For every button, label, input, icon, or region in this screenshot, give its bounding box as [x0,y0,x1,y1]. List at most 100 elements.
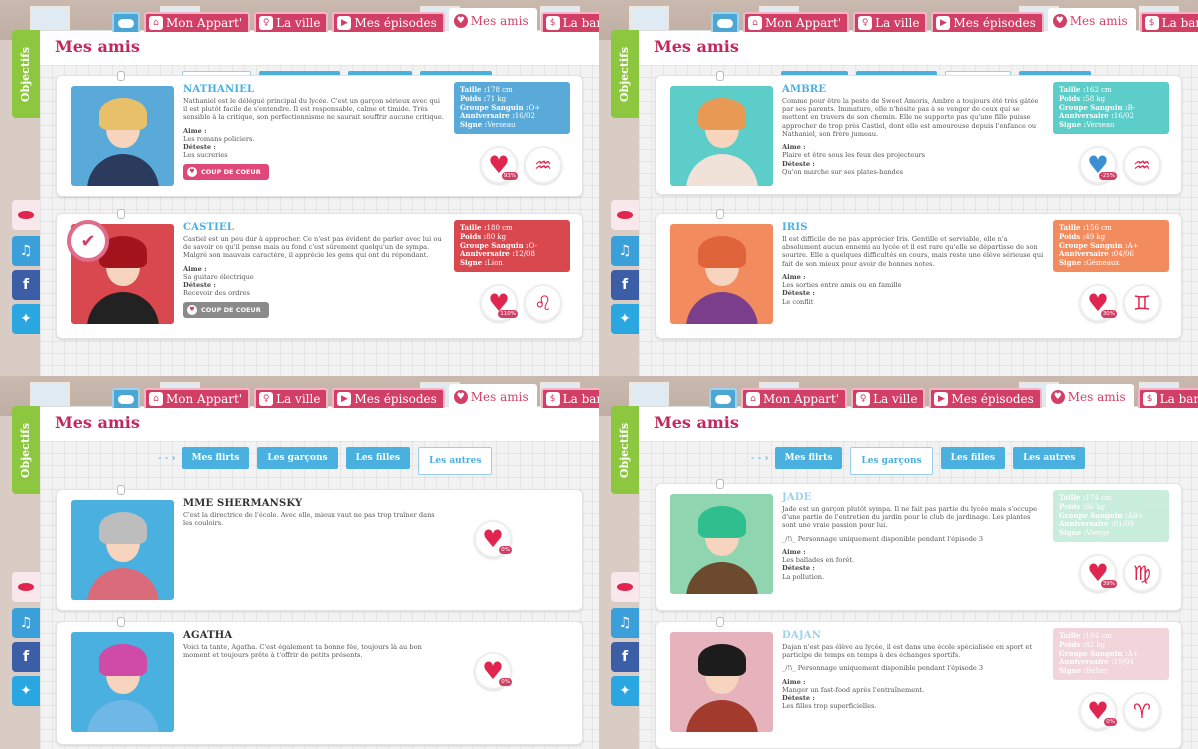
tab-home[interactable] [112,388,140,408]
kiss-button[interactable] [12,572,40,602]
affinity-percent: 39% [1100,580,1117,588]
affinity-heart[interactable]: ♥ 39% [1079,554,1117,592]
stat-value: A+ [1127,241,1139,250]
character-description: Dajan n'est pas élève au lycée, il est d… [782,643,1044,711]
tab-episodes[interactable]: ▶ Mes épisodes [929,388,1042,408]
screen-panel: ⌂ Mon Appart' ♀ La ville ▶ Mes épisodes ♥ Mes a… [0,376,599,749]
coup-de-coeur-button[interactable]: ♥ COUP DE COEUR [183,301,269,318]
tab-episodes[interactable]: ▶ Mes épisodes [332,12,445,32]
tab-banque[interactable]: $La banque [1139,12,1198,32]
pin-icon [117,617,125,627]
stat-label: Poids : [1059,93,1086,103]
tab-label: La banque [1161,16,1198,30]
objectifs-tab[interactable]: Objectifs [12,406,40,494]
character-description: C'est la directrice de l'école. Avec ell… [183,511,445,527]
affinity-heart[interactable]: ♥ 0% [474,652,512,690]
subtab-flirts[interactable]: Mes flirts [774,447,843,469]
kiss-button[interactable] [12,200,40,230]
music-button[interactable]: ♫ [12,236,40,266]
kiss-button[interactable] [611,572,639,602]
affinity-heart[interactable]: ♥ 30% [1079,284,1117,322]
tab-ville[interactable]: ♀ La ville [851,388,926,408]
button-label: COUP DE COEUR [201,167,261,176]
tab-appart[interactable]: ⌂ Mon Appart' [743,12,850,32]
stat-value: O+ [528,103,541,112]
play-icon: ▶ [337,392,352,406]
tab-banque[interactable]: $La banque [540,12,599,32]
affinity-heart[interactable]: ♥ 0% [1079,692,1117,730]
objectifs-tab[interactable]: Objectifs [12,30,40,118]
tab-amis[interactable]: ♥ Mes amis [448,384,537,408]
facebook-button[interactable]: f [12,270,40,300]
subtab-autres[interactable]: Les autres [418,447,493,475]
music-button[interactable]: ♫ [12,608,40,638]
character-stats: Taille :162 cm Poids :58 kg Groupe Sanguin… [1053,82,1169,134]
twitter-button[interactable]: ✦ [611,304,639,334]
tab-home[interactable] [711,12,739,32]
affinity-heart[interactable]: ♥ 0% [474,520,512,558]
objectifs-tab[interactable]: Objectifs [611,406,639,494]
twitter-button[interactable]: ✦ [611,676,639,706]
portrait-hair [698,98,746,130]
facebook-button[interactable]: f [611,642,639,672]
subtab-autres[interactable]: Les autres [1013,447,1086,469]
tab-episodes[interactable]: ▶ Mes épisodes [332,388,445,408]
zodiac-sign-icon: ♍ [1123,554,1161,592]
coin-icon: $ [1142,392,1157,406]
tab-amis[interactable]: ♥ Mes amis [1047,8,1136,32]
tab-banque[interactable]: $La banque [540,388,599,408]
character-stats: Taille :178 cm Poids :71 kg Groupe Sanguin… [454,82,570,134]
twitter-button[interactable]: ✦ [12,676,40,706]
tab-ville[interactable]: ♀ La ville [254,12,329,32]
heart-icon: ♥ [1052,14,1067,28]
facebook-button[interactable]: f [611,270,639,300]
friend-card: ✔ CASTIEL Castiel est un peu dur à approch… [56,209,583,339]
tab-amis[interactable]: ♥ Mes amis [1045,384,1134,408]
tab-banque[interactable]: $La banque [1137,388,1198,408]
subtab-garcons[interactable]: Les garçons [850,447,933,475]
coup-de-coeur-button[interactable]: ♥ COUP DE COEUR [183,163,269,180]
music-button[interactable]: ♫ [611,236,639,266]
heart-icon: ♥ [1050,390,1065,404]
tab-appart[interactable]: ⌂ Mon Appart' [144,388,251,408]
tab-label: Mes épisodes [354,392,437,406]
character-description: Il est difficile de ne pas apprécier Iri… [782,235,1044,306]
tab-appart[interactable]: ⌂ Mon Appart' [144,12,251,32]
tab-home[interactable] [112,12,140,32]
play-icon: ▶ [337,16,352,30]
tab-appart[interactable]: ⌂ Mon Appart' [741,388,848,408]
tab-amis[interactable]: ♥ Mes amis [448,8,537,32]
tab-episodes[interactable]: ▶ Mes épisodes [931,12,1044,32]
character-stats: Taille :174 cm Poids :66 kg Groupe Sanguin… [1053,490,1169,542]
affinity-heart[interactable]: ♥ -25% [1079,146,1117,184]
portrait-body [87,292,159,324]
tab-ville[interactable]: ♀ La ville [853,12,928,32]
character-portrait [670,224,773,324]
tab-home[interactable] [709,388,737,408]
twitter-button[interactable]: ✦ [12,304,40,334]
affinity-heart[interactable]: ♥ 93% [480,146,518,184]
dislikes-label: Déteste : [782,694,815,703]
subtab-filles[interactable]: Les filles [940,447,1006,469]
pin-icon [117,485,125,495]
subtab-filles[interactable]: Les filles [345,447,411,469]
friends-panel: Mes amis - - › Mes flirts Les garçons Les fi… [40,406,599,749]
music-button[interactable]: ♫ [611,608,639,638]
facebook-button[interactable]: f [12,642,40,672]
tab-ville[interactable]: ♀ La ville [254,388,329,408]
stat-label: Taille : [1059,85,1086,94]
subtab-flirts[interactable]: Mes flirts [181,447,250,469]
tab-label: Mon Appart' [166,16,243,30]
objectifs-label: Objectifs [618,46,632,102]
lips-icon [617,211,633,219]
pin-icon [716,479,724,489]
kiss-button[interactable] [611,200,639,230]
objectifs-tab[interactable]: Objectifs [611,30,639,118]
tab-label: Mes amis [1069,14,1128,28]
tab-label: Mes épisodes [354,16,437,30]
subtab-garcons[interactable]: Les garçons [257,447,338,469]
tab-label: La ville [276,16,321,30]
affinity-percent: 0% [1104,718,1117,726]
friend-card: DAJAN Dajan n'est pas élève au lycée, il … [655,617,1182,749]
affinity-heart[interactable]: ♥ 110% [480,284,518,322]
